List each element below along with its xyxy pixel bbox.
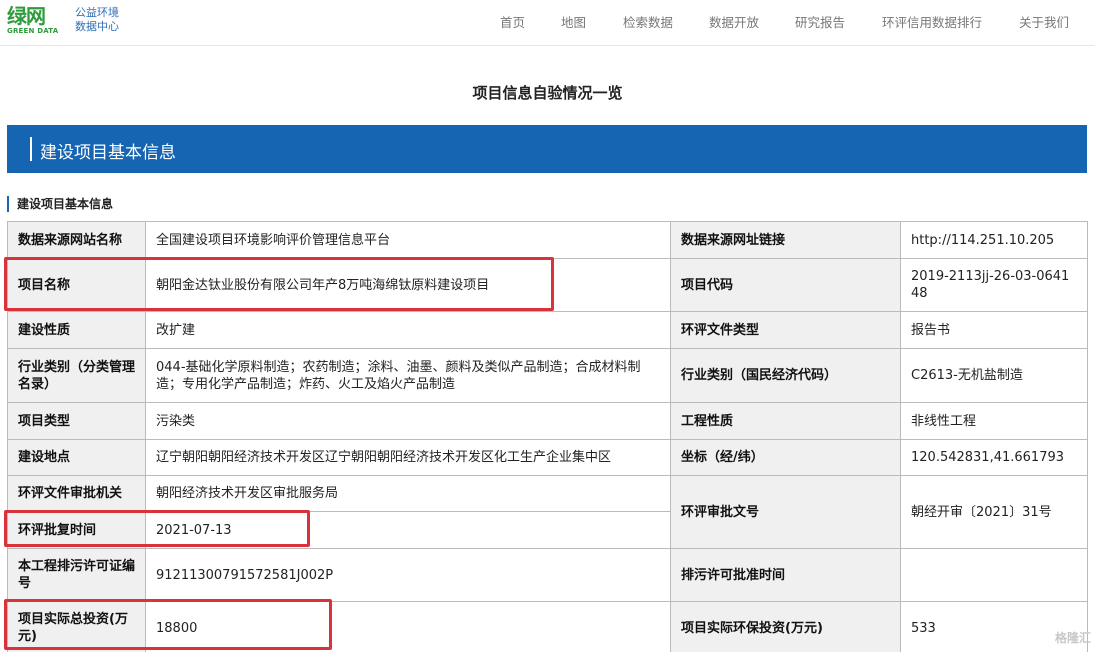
table-row: 本工程排污许可证编号 91211300791572581J002P 排污许可批准… [7,548,1088,602]
source-site-name-label: 数据来源网站名称 [7,221,146,259]
approval-doc-number-value: 朝经开审〔2021〕31号 [900,475,1088,549]
table-row: 项目实际总投资(万元) 18800 项目实际环保投资(万元) 533 [7,601,1088,652]
table-row: 环评文件审批机关 朝阳经济技术开发区审批服务局 环评审批文号 朝经开审〔2021… [7,475,1088,549]
section-label: 建设项目基本信息 [7,196,113,212]
project-name-value: 朝阳金达钛业股份有限公司年产8万吨海绵钛原料建设项目 [145,258,671,312]
industry-code-value: C2613-无机盐制造 [900,348,1088,403]
logo-subtitle: GREEN DATA [7,27,59,35]
banner-title: 建设项目基本信息 [40,143,176,163]
industry-category-label: 行业类别（分类管理名录） [7,348,146,403]
section-banner: 建设项目基本信息 [7,125,1087,173]
project-info-table: 数据来源网站名称 全国建设项目环境影响评价管理信息平台 数据来源网址链接 htt… [7,221,1088,652]
construction-nature-label: 建设性质 [7,311,146,349]
discharge-permit-date-value [900,548,1088,602]
total-investment-label: 项目实际总投资(万元) [7,601,146,652]
construction-location-label: 建设地点 [7,439,146,476]
table-row: 建设地点 辽宁朝阳朝阳经济技术开发区辽宁朝阳朝阳经济技术开发区化工生产企业集中区… [7,439,1088,476]
nav-about-us[interactable]: 关于我们 [1019,12,1069,31]
project-type-value: 污染类 [145,402,671,440]
source-site-name-value: 全国建设项目环境影响评价管理信息平台 [145,221,671,259]
discharge-permit-number-value: 91211300791572581J002P [145,548,671,602]
table-row: 建设性质 改扩建 环评文件类型 报告书 [7,311,1088,349]
nav-search-data[interactable]: 检索数据 [623,12,673,31]
discharge-permit-date-label: 排污许可批准时间 [670,548,901,602]
discharge-permit-number-label: 本工程排污许可证编号 [7,548,146,602]
table-row: 数据来源网站名称 全国建设项目环境影响评价管理信息平台 数据来源网址链接 htt… [7,221,1088,259]
total-investment-value: 18800 [145,601,671,652]
construction-nature-value: 改扩建 [145,311,671,349]
logo-text-line2: 数据中心 [75,20,119,33]
source-url-value[interactable]: http://114.251.10.205 [900,221,1088,259]
eia-doc-type-label: 环评文件类型 [670,311,901,349]
logo-mark: 绿网 [7,4,46,28]
approval-authority-value: 朝阳经济技术开发区审批服务局 [145,475,671,512]
approval-date-label: 环评批复时间 [7,511,146,549]
engineering-nature-value: 非线性工程 [900,402,1088,440]
top-navigation-bar: 绿网 GREEN DATA 公益环境 数据中心 首页 地图 检索数据 数据开放 … [0,0,1095,46]
nav-eia-credit-ranking[interactable]: 环评信用数据排行 [882,12,982,31]
project-type-label: 项目类型 [7,402,146,440]
site-logo[interactable]: 绿网 GREEN DATA 公益环境 数据中心 [7,5,127,37]
banner-accent-bar [30,137,32,161]
eia-doc-type-value: 报告书 [900,311,1088,349]
env-investment-label: 项目实际环保投资(万元) [670,601,901,652]
logo-text-line1: 公益环境 [75,6,119,19]
table-row: 项目类型 污染类 工程性质 非线性工程 [7,402,1088,440]
approval-date-value: 2021-07-13 [145,511,671,549]
coordinates-value: 120.542831,41.661793 [900,439,1088,476]
project-code-value: 2019-2113jj-26-03-064148 [900,258,1088,312]
construction-location-value: 辽宁朝阳朝阳经济技术开发区辽宁朝阳朝阳经济技术开发区化工生产企业集中区 [145,439,671,476]
coordinates-label: 坐标（经/纬） [670,439,901,476]
project-name-label: 项目名称 [7,258,146,312]
industry-category-value: 044-基础化学原料制造；农药制造；涂料、油墨、颜料及类似产品制造；合成材料制造… [145,348,671,403]
watermark-logo: 格隆汇 [1054,631,1091,645]
industry-code-label: 行业类别（国民经济代码） [670,348,901,403]
approval-authority-label: 环评文件审批机关 [7,475,146,512]
logo-text: 公益环境 数据中心 [75,6,119,34]
nav-open-data[interactable]: 数据开放 [709,12,759,31]
page-title: 项目信息自验情况一览 [472,84,623,102]
approval-doc-number-label: 环评审批文号 [670,475,901,549]
table-row: 项目名称 朝阳金达钛业股份有限公司年产8万吨海绵钛原料建设项目 项目代码 201… [7,258,1088,312]
source-url-label: 数据来源网址链接 [670,221,901,259]
nav-home[interactable]: 首页 [500,12,525,31]
table-row: 行业类别（分类管理名录） 044-基础化学原料制造；农药制造；涂料、油墨、颜料及… [7,348,1088,403]
project-code-label: 项目代码 [670,258,901,312]
nav-map[interactable]: 地图 [561,12,586,31]
nav-research-reports[interactable]: 研究报告 [795,12,845,31]
engineering-nature-label: 工程性质 [670,402,901,440]
